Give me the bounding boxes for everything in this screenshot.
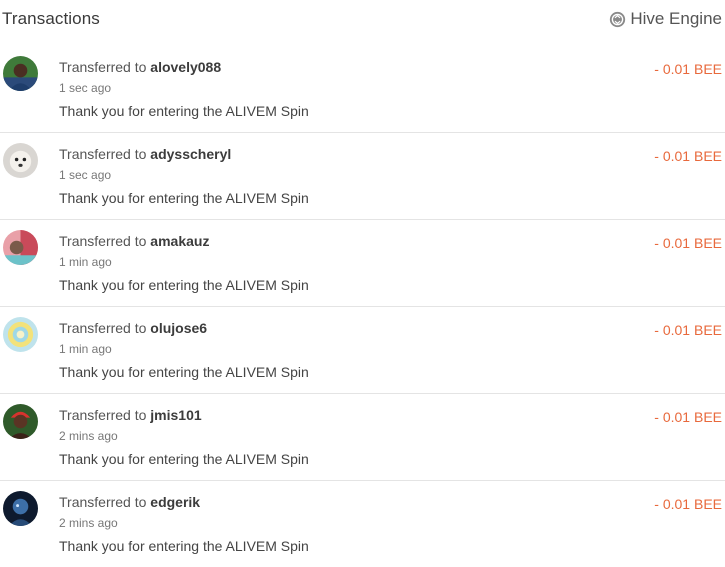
transaction-memo: Thank you for entering the ALIVEM Spin <box>59 103 309 119</box>
transaction-memo: Thank you for entering the ALIVEM Spin <box>59 451 309 467</box>
transaction-time: 1 min ago <box>59 255 112 269</box>
transfer-line: Transferred to alovely088 <box>59 59 221 75</box>
transaction-amount: - 0.01 BEE <box>654 148 722 164</box>
hive-engine-icon <box>610 11 626 27</box>
transaction-amount: - 0.01 BEE <box>654 235 722 251</box>
transfer-prefix: Transferred to <box>59 407 147 423</box>
recipient-username[interactable]: olujose6 <box>150 320 207 336</box>
hive-engine-link[interactable]: Hive Engine <box>609 9 722 29</box>
transaction-row: Transferred to jmis101 2 mins ago Thank … <box>0 394 725 481</box>
transfer-prefix: Transferred to <box>59 59 147 75</box>
recipient-username[interactable]: amakauz <box>150 233 209 249</box>
transfer-prefix: Transferred to <box>59 146 147 162</box>
transaction-time: 2 mins ago <box>59 516 118 530</box>
transaction-amount: - 0.01 BEE <box>654 61 722 77</box>
transaction-time: 1 sec ago <box>59 81 112 95</box>
avatar[interactable] <box>3 143 38 178</box>
transaction-time: 1 sec ago <box>59 168 112 182</box>
transaction-row: Transferred to alovely088 1 sec ago Than… <box>0 46 725 133</box>
transaction-memo: Thank you for entering the ALIVEM Spin <box>59 538 309 554</box>
transfer-line: Transferred to edgerik <box>59 494 200 510</box>
transaction-time: 1 min ago <box>59 342 112 356</box>
transaction-list: Transferred to alovely088 1 sec ago Than… <box>0 46 725 567</box>
recipient-username[interactable]: adysscheryl <box>150 146 231 162</box>
page-title: Transactions <box>2 9 100 28</box>
recipient-username[interactable]: edgerik <box>150 494 200 510</box>
transfer-prefix: Transferred to <box>59 320 147 336</box>
transaction-amount: - 0.01 BEE <box>654 409 722 425</box>
avatar[interactable] <box>3 317 38 352</box>
transaction-row: Transferred to adysscheryl 1 sec ago Tha… <box>0 133 725 220</box>
recipient-username[interactable]: alovely088 <box>150 59 221 75</box>
transaction-amount: - 0.01 BEE <box>654 496 722 512</box>
avatar[interactable] <box>3 404 38 439</box>
avatar[interactable] <box>3 56 38 91</box>
transaction-memo: Thank you for entering the ALIVEM Spin <box>59 190 309 206</box>
transfer-line: Transferred to jmis101 <box>59 407 202 423</box>
avatar[interactable] <box>3 491 38 526</box>
transaction-time: 2 mins ago <box>59 429 118 443</box>
transfer-line: Transferred to olujose6 <box>59 320 207 336</box>
transaction-amount: - 0.01 BEE <box>654 322 722 338</box>
transfer-prefix: Transferred to <box>59 233 147 249</box>
transaction-memo: Thank you for entering the ALIVEM Spin <box>59 364 309 380</box>
transaction-row: Transferred to olujose6 1 min ago Thank … <box>0 307 725 394</box>
avatar[interactable] <box>3 230 38 265</box>
transaction-row: Transferred to edgerik 2 mins ago Thank … <box>0 481 725 567</box>
recipient-username[interactable]: jmis101 <box>150 407 201 423</box>
transaction-row: Transferred to amakauz 1 min ago Thank y… <box>0 220 725 307</box>
transfer-line: Transferred to amakauz <box>59 233 209 249</box>
transaction-memo: Thank you for entering the ALIVEM Spin <box>59 277 309 293</box>
hive-engine-label: Hive Engine <box>630 9 722 28</box>
transfer-prefix: Transferred to <box>59 494 147 510</box>
transactions-header: Transactions Hive Engine <box>0 0 725 44</box>
transfer-line: Transferred to adysscheryl <box>59 146 231 162</box>
